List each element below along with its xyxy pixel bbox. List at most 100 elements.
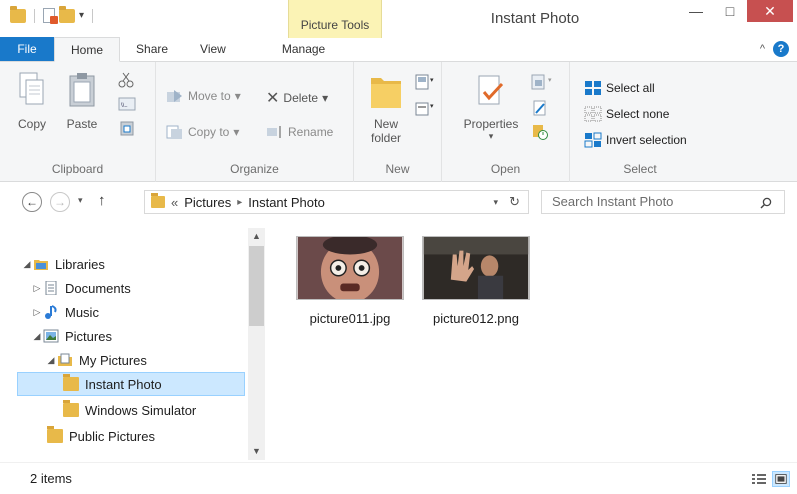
properties-qat-icon[interactable] (43, 8, 58, 24)
copy-button[interactable]: Copy (14, 72, 50, 131)
details-view-icon[interactable] (750, 471, 768, 487)
expander-icon[interactable]: ◢ (21, 259, 33, 270)
tree-item-instant-photo[interactable]: Instant Photo (17, 372, 245, 396)
minimize-ribbon-icon[interactable]: ^ (760, 43, 765, 55)
tree-item-windows-simulator[interactable]: Windows Simulator (17, 398, 245, 422)
photo-thumbnail-wave-icon (422, 236, 530, 300)
delete-icon: ✕ (266, 90, 280, 107)
paste-shortcut-icon[interactable] (120, 120, 134, 136)
scroll-up-icon[interactable]: ▲ (248, 228, 265, 245)
refresh-icon[interactable]: ↻ (509, 194, 520, 210)
forward-button[interactable]: → (50, 192, 70, 212)
clipboard-group: Copy Paste \\.. Clipboard (0, 62, 156, 182)
open-group: Properties ▾ ▾ Open (442, 62, 570, 182)
tree-label: Instant Photo (85, 376, 162, 392)
navigation-pane: ◢ Libraries ▷ Documents ▷ Music ◢ Pictur… (17, 222, 271, 462)
copy-to-button[interactable]: Copy to ▾ (166, 124, 239, 140)
history-icon[interactable] (532, 124, 548, 140)
invert-selection-button[interactable]: Invert selection (584, 132, 687, 148)
address-dropdown-icon[interactable]: ▾ (493, 197, 498, 208)
copy-path-icon[interactable]: \\.. (118, 96, 136, 112)
rename-button[interactable]: Rename (266, 124, 333, 140)
new-folder-qat-icon[interactable] (59, 5, 75, 23)
select-all-icon (585, 81, 601, 95)
expander-icon[interactable]: ◢ (45, 355, 57, 366)
delete-button[interactable]: ✕ Delete ▾ (266, 88, 328, 108)
nav-pane-scrollbar[interactable]: ▲ ▼ (248, 228, 265, 460)
edit-icon[interactable] (532, 100, 548, 116)
properties-dropdown-icon: ▾ (488, 131, 494, 141)
expander-icon[interactable]: ◢ (31, 331, 43, 342)
search-input[interactable]: Search Instant Photo (541, 190, 785, 214)
properties-button[interactable]: Properties ▾ (458, 72, 524, 142)
tab-home[interactable]: Home (54, 37, 121, 62)
tree-label: Libraries (55, 256, 105, 272)
back-button[interactable]: ← (22, 192, 42, 212)
pictures-icon (43, 329, 59, 343)
copy-to-label: Copy to (188, 125, 230, 139)
move-to-dropdown-icon: ▾ (234, 89, 241, 103)
scroll-thumb[interactable] (249, 246, 264, 326)
search-icon[interactable] (760, 197, 772, 209)
cut-icon[interactable] (118, 72, 134, 88)
qat-separator (92, 8, 94, 23)
file-item[interactable]: picture011.jpg (292, 235, 408, 326)
tree-item-pictures[interactable]: ◢ Pictures (17, 324, 245, 348)
large-icons-view-icon[interactable] (772, 471, 790, 487)
select-all-button[interactable]: Select all (584, 80, 655, 96)
tree-item-libraries[interactable]: ◢ Libraries (17, 252, 245, 276)
tree-item-public-pictures[interactable]: Public Pictures (17, 424, 245, 448)
properties-label: Properties (463, 117, 519, 131)
tab-view[interactable]: View (184, 37, 242, 61)
open-icon[interactable]: ▾ (530, 74, 556, 90)
expander-icon[interactable]: ▷ (31, 307, 43, 318)
quick-access-toolbar: ▾ (10, 5, 97, 24)
tab-manage[interactable]: Manage (242, 37, 341, 61)
clipboard-group-label: Clipboard (51, 162, 104, 176)
libraries-icon (34, 260, 48, 270)
easy-access-icon[interactable]: ▾ (414, 100, 436, 116)
file-list: picture011.jpg picture012.png (274, 222, 797, 462)
ribbon-tab-bar: File Home Share View Manage ^ ? (0, 37, 797, 62)
expander-icon[interactable]: ▷ (31, 283, 43, 294)
file-item[interactable]: picture012.png (418, 236, 534, 326)
tree-item-documents[interactable]: ▷ Documents (17, 276, 245, 300)
select-group-label: Select (623, 162, 657, 176)
select-none-label: Select none (606, 107, 670, 121)
address-bar[interactable]: « Pictures ▸ Instant Photo ▾ ↻ (144, 190, 529, 214)
close-button[interactable]: ✕ (747, 0, 793, 22)
tree-item-my-pictures[interactable]: ◢ My Pictures (17, 348, 245, 372)
tab-file[interactable]: File (0, 37, 54, 61)
move-to-button[interactable]: Move to ▾ (166, 88, 241, 104)
new-folder-button[interactable]: New folder (364, 72, 408, 145)
scroll-down-icon[interactable]: ▼ (248, 443, 265, 460)
recent-locations-dropdown-icon[interactable]: ▾ (78, 195, 83, 206)
select-none-button[interactable]: Select none (584, 106, 669, 122)
help-icon[interactable]: ? (773, 41, 789, 57)
address-folder-icon (151, 193, 165, 208)
folder-app-icon[interactable] (10, 5, 26, 23)
folder-icon (63, 400, 79, 417)
tree-label: Public Pictures (69, 428, 155, 444)
svg-text:▾: ▾ (430, 77, 434, 84)
qat-customize-icon[interactable]: ▾ (79, 10, 84, 21)
address-overflow-icon[interactable]: « (171, 195, 178, 210)
breadcrumb-instant-photo[interactable]: Instant Photo (248, 195, 325, 210)
svg-text:▾: ▾ (430, 103, 434, 110)
breadcrumb-pictures[interactable]: Pictures (184, 195, 231, 210)
minimize-button[interactable]: — (679, 0, 713, 22)
tree-label: Music (65, 304, 99, 320)
contextual-tab-picture-tools: Picture Tools (288, 0, 382, 38)
music-icon (45, 305, 57, 319)
paste-button[interactable]: Paste (60, 72, 104, 131)
invert-selection-label: Invert selection (606, 133, 687, 147)
breadcrumb-separator[interactable]: ▸ (237, 197, 242, 208)
tab-share[interactable]: Share (120, 37, 184, 61)
up-arrow-icon[interactable]: ↑ (98, 192, 106, 209)
new-item-icon[interactable]: ▾ (414, 74, 436, 90)
new-folder-label-2: folder (370, 131, 402, 145)
tree-label: Documents (65, 280, 131, 296)
maximize-button[interactable]: □ (713, 0, 747, 22)
tree-item-music[interactable]: ▷ Music (17, 300, 245, 324)
move-to-icon (167, 90, 182, 102)
